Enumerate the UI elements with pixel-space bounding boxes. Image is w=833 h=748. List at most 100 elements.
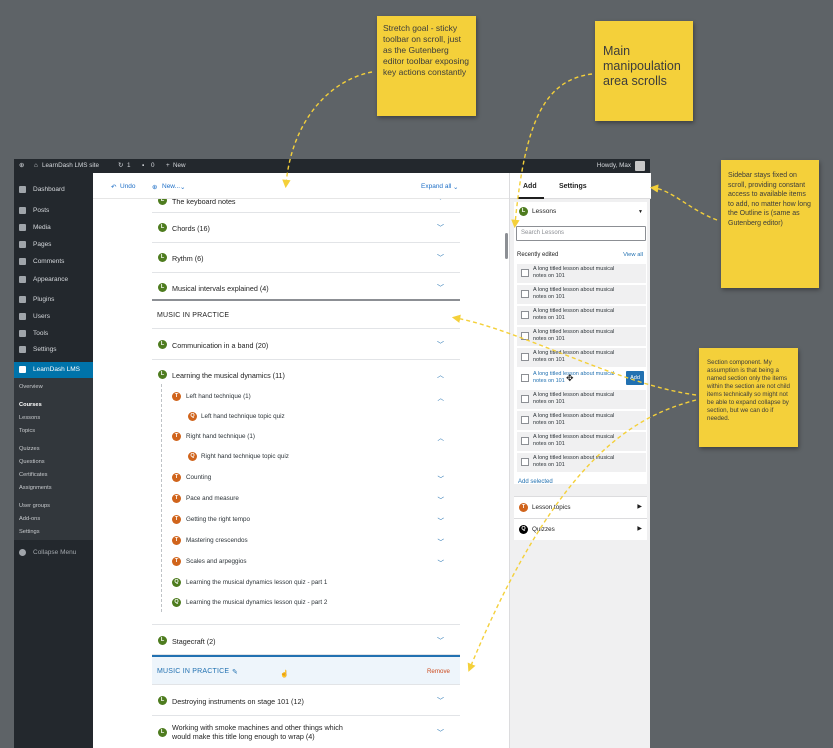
menu-item-learndash[interactable]: LearnDash LMS xyxy=(14,362,93,378)
quizzes-panel[interactable]: Q Quizzes ▶ xyxy=(514,518,647,540)
checkbox[interactable] xyxy=(521,458,529,466)
wordpress-logo-icon[interactable]: ⊕ xyxy=(19,162,24,169)
avatar[interactable] xyxy=(635,161,645,171)
lesson-list-item[interactable]: A long titled lesson about musical notes… xyxy=(517,327,646,346)
scrollbar[interactable] xyxy=(505,233,508,259)
menu-item-plugins[interactable]: Plugins xyxy=(14,293,93,307)
lesson-list-item[interactable]: A long titled lesson about musical notes… xyxy=(517,348,646,367)
topic-row[interactable]: T Scales and arpeggios ﹀ xyxy=(152,551,460,572)
chevron-down-icon[interactable]: ﹀ xyxy=(437,283,444,293)
submenu-add-ons[interactable]: Add-ons xyxy=(19,516,40,522)
topic-row[interactable]: T Counting ﹀ xyxy=(152,467,460,488)
quiz-row[interactable]: Q Learning the musical dynamics lesson q… xyxy=(152,592,460,613)
quiz-row[interactable]: Q Left hand technique topic quiz xyxy=(152,406,460,427)
menu-item-dashboard[interactable]: Dashboard xyxy=(14,183,93,197)
undo-icon[interactable]: ↶ xyxy=(111,183,116,191)
submenu-overview[interactable]: Overview xyxy=(19,384,43,390)
checkbox[interactable] xyxy=(521,437,529,445)
menu-item-appearance[interactable]: Appearance xyxy=(14,273,93,287)
checkbox[interactable] xyxy=(521,353,529,361)
lesson-list-item[interactable]: A long titled lesson about musical notes… xyxy=(517,285,646,304)
topic-row[interactable]: T Left hand technique (1) ︿ xyxy=(152,386,460,407)
checkbox[interactable] xyxy=(521,416,529,424)
section-heading[interactable]: MUSIC IN PRACTICE xyxy=(152,299,460,329)
menu-item-pages[interactable]: Pages xyxy=(14,238,93,252)
lesson-list-item[interactable]: A long titled lesson about musical notes… xyxy=(517,306,646,325)
quiz-row[interactable]: Q Right hand technique topic quiz xyxy=(152,446,460,467)
chevron-down-icon[interactable]: ﹀ xyxy=(437,340,444,350)
submenu-lessons[interactable]: Lessons xyxy=(19,415,40,421)
undo-button[interactable]: Undo xyxy=(120,183,136,190)
lesson-list-item[interactable]: A long titled lesson about musical notes… xyxy=(517,432,646,451)
lesson-list-item[interactable]: A long titled lesson about musical notes… xyxy=(517,390,646,409)
chevron-down-icon[interactable]: ﹀ xyxy=(437,636,444,646)
outline-row-expanded[interactable]: L Learning the musical dynamics (11) ︿ T… xyxy=(152,360,460,625)
edit-pencil-icon[interactable]: ✎ xyxy=(232,668,238,676)
lesson-list-item-hover[interactable]: A long titled lesson about musical notes… xyxy=(517,369,646,388)
checkbox[interactable] xyxy=(521,311,529,319)
lesson-topics-panel[interactable]: T Lesson topics ▶ xyxy=(514,496,647,518)
add-button[interactable]: Add xyxy=(626,371,644,385)
site-name-link[interactable]: LearnDash LMS site xyxy=(42,162,99,169)
howdy-link[interactable]: Howdy, Max xyxy=(597,162,631,169)
menu-item-tools[interactable]: Tools xyxy=(14,327,93,341)
collapse-menu[interactable]: Collapse Menu xyxy=(14,546,93,560)
submenu-courses[interactable]: Courses xyxy=(19,402,42,408)
add-selected-link[interactable]: Add selected xyxy=(518,479,553,485)
checkbox[interactable] xyxy=(521,332,529,340)
lesson-list-item[interactable]: A long titled lesson about musical notes… xyxy=(517,264,646,283)
topic-row[interactable]: T Pace and measure ﹀ xyxy=(152,488,460,509)
outline-row[interactable]: L Rythm (6) ﹀ xyxy=(152,243,460,273)
submenu-quizzes[interactable]: Quizzes xyxy=(19,446,40,452)
outline-row[interactable]: L Chords (16) ﹀ xyxy=(152,213,460,243)
chevron-down-icon[interactable]: ﹀ xyxy=(437,253,444,263)
quiz-row[interactable]: Q Learning the musical dynamics lesson q… xyxy=(152,572,460,593)
checkbox[interactable] xyxy=(521,269,529,277)
topic-row[interactable]: T Getting the right tempo ﹀ xyxy=(152,509,460,530)
topic-row[interactable]: T Mastering crescendos ﹀ xyxy=(152,530,460,551)
chevron-up-icon[interactable]: ︿ xyxy=(437,370,444,380)
chevron-down-icon[interactable]: ﹀ xyxy=(438,494,445,504)
checkbox[interactable] xyxy=(521,290,529,298)
outline-row[interactable]: L Musical intervals explained (4) ﹀ xyxy=(152,273,460,301)
new-dropdown[interactable]: New... xyxy=(162,183,180,190)
topic-row[interactable]: T Right hand technique (1) ︿ xyxy=(152,426,460,447)
caret-down-icon[interactable]: ▼ xyxy=(638,209,643,215)
checkbox[interactable] xyxy=(521,374,529,382)
tab-add[interactable]: Add xyxy=(523,183,537,190)
chevron-up-icon[interactable]: ︿ xyxy=(438,392,445,402)
tab-settings[interactable]: Settings xyxy=(559,183,587,190)
new-link[interactable]: New xyxy=(173,162,186,169)
menu-item-media[interactable]: Media xyxy=(14,221,93,235)
menu-item-comments[interactable]: Comments xyxy=(14,255,93,269)
chevron-up-icon[interactable]: ︿ xyxy=(438,432,445,442)
updates-icon[interactable]: ↻ xyxy=(118,162,123,169)
chevron-down-icon[interactable]: ﹀ xyxy=(437,223,444,233)
menu-item-users[interactable]: Users xyxy=(14,310,93,324)
chevron-down-icon[interactable]: ﹀ xyxy=(438,557,445,567)
expand-all-button[interactable]: Expand all xyxy=(421,183,451,190)
caret-right-icon[interactable]: ▶ xyxy=(637,525,642,532)
lesson-list-item[interactable]: A long titled lesson about musical notes… xyxy=(517,453,646,472)
submenu-certificates[interactable]: Certificates xyxy=(19,472,47,478)
chevron-down-icon[interactable]: ﹀ xyxy=(438,515,445,525)
outline-row[interactable]: L Stagecraft (2) ﹀ xyxy=(152,625,460,655)
checkbox[interactable] xyxy=(521,395,529,403)
view-all-link[interactable]: View all xyxy=(623,252,643,258)
outline-row[interactable]: L Destroying instruments on stage 101 (1… xyxy=(152,686,460,716)
chevron-down-icon[interactable]: ⌄ xyxy=(453,183,458,191)
section-heading-active[interactable]: MUSIC IN PRACTICE ✎ ☝ Remove xyxy=(152,655,460,685)
chevron-down-icon[interactable]: ﹀ xyxy=(437,728,444,738)
outline-row[interactable]: L Working with smoke machines and other … xyxy=(152,716,460,748)
caret-right-icon[interactable]: ▶ xyxy=(637,503,642,510)
outline-row[interactable]: L Communication in a band (20) ﹀ xyxy=(152,330,460,360)
chevron-down-icon[interactable]: ⌄ xyxy=(180,183,185,191)
submenu-settings[interactable]: Settings xyxy=(19,529,40,535)
menu-item-posts[interactable]: Posts xyxy=(14,204,93,218)
comments-icon[interactable]: ▪ xyxy=(142,162,144,169)
submenu-topics[interactable]: Topics xyxy=(19,428,35,434)
submenu-assignments[interactable]: Assignments xyxy=(19,485,52,491)
chevron-down-icon[interactable]: ﹀ xyxy=(438,473,445,483)
remove-link[interactable]: Remove xyxy=(427,668,450,675)
submenu-user-groups[interactable]: User groups xyxy=(19,503,50,509)
